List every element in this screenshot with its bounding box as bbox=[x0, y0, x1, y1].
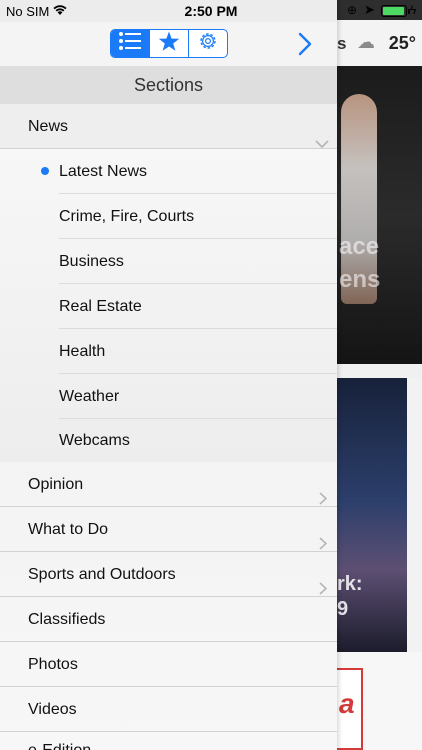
background-header: s ☁ 25° bbox=[337, 20, 422, 66]
subsection-label: Business bbox=[59, 253, 124, 270]
subsection-label: Weather bbox=[59, 388, 120, 405]
chevron-right-icon bbox=[319, 523, 328, 550]
list-icon bbox=[118, 31, 142, 56]
charging-icon: ϟ bbox=[410, 3, 417, 17]
subsection-business[interactable]: Business bbox=[0, 239, 337, 284]
star-icon bbox=[158, 31, 180, 57]
background-page: s ☁ 25° ace ens rk: 9 a bbox=[337, 0, 422, 750]
sections-drawer: Sections News Latest News Crime, Fire, C… bbox=[0, 0, 337, 750]
divider bbox=[337, 364, 422, 378]
subsection-weather[interactable]: Weather bbox=[0, 374, 337, 419]
segment-list[interactable] bbox=[111, 30, 150, 57]
section-label: Photos bbox=[28, 656, 78, 673]
drawer-toolbar bbox=[0, 22, 337, 66]
chevron-right-icon bbox=[319, 568, 328, 595]
section-classifieds[interactable]: Classifieds bbox=[0, 597, 337, 642]
segment-favorites[interactable] bbox=[150, 30, 189, 57]
section-label: Videos bbox=[28, 701, 77, 718]
section-opinion[interactable]: Opinion bbox=[0, 462, 337, 507]
section-sports-and-outdoors[interactable]: Sports and Outdoors bbox=[0, 552, 337, 597]
subsection-label: Webcams bbox=[59, 432, 130, 449]
chevron-right-icon bbox=[319, 478, 328, 505]
card-text-line-1: rk: bbox=[337, 573, 363, 595]
ad-banner[interactable]: a bbox=[337, 652, 422, 750]
cloud-icon: ☁ bbox=[357, 32, 375, 52]
hero-story[interactable]: ace ens bbox=[337, 66, 422, 364]
rotation-lock-icon: ⊕ bbox=[347, 3, 358, 17]
chevron-right-icon[interactable] bbox=[297, 31, 313, 57]
section-label: Opinion bbox=[28, 476, 84, 493]
battery-icon bbox=[381, 5, 410, 17]
temperature: 25° bbox=[388, 33, 416, 53]
section-news[interactable]: News bbox=[0, 104, 337, 149]
section-what-to-do[interactable]: What to Do bbox=[0, 507, 337, 552]
chevron-down-icon bbox=[315, 122, 329, 149]
section-videos[interactable]: Videos bbox=[0, 687, 337, 732]
subsection-latest-news[interactable]: Latest News bbox=[0, 149, 337, 194]
view-segmented-control[interactable] bbox=[110, 29, 228, 58]
story-card[interactable]: rk: 9 bbox=[337, 378, 407, 652]
subsection-health[interactable]: Health bbox=[0, 329, 337, 374]
subsection-label: Health bbox=[59, 343, 106, 360]
subsection-label: Real Estate bbox=[59, 298, 142, 315]
hero-text-line-2: ens bbox=[339, 266, 381, 293]
card-gutter bbox=[407, 378, 422, 678]
clock: 2:50 PM bbox=[184, 3, 238, 19]
sections-header: Sections bbox=[0, 66, 337, 104]
status-bar: No SIM 2:50 PM ⊕ ➤ ϟ bbox=[0, 0, 422, 22]
gear-icon bbox=[197, 30, 219, 57]
section-label: What to Do bbox=[28, 521, 109, 538]
subsection-webcams[interactable]: Webcams bbox=[0, 418, 337, 463]
subsection-crime-fire-courts[interactable]: Crime, Fire, Courts bbox=[0, 194, 337, 239]
card-text-line-2: 9 bbox=[337, 598, 349, 620]
section-e-edition[interactable]: e-Edition bbox=[0, 728, 337, 750]
location-icon: ➤ bbox=[364, 2, 375, 17]
section-label: News bbox=[28, 118, 69, 135]
weather-fragment: s bbox=[337, 34, 347, 53]
subsection-label: Latest News bbox=[59, 163, 148, 180]
section-label: Sports and Outdoors bbox=[28, 566, 176, 583]
section-label: e-Edition bbox=[28, 728, 91, 750]
subsection-label: Crime, Fire, Courts bbox=[59, 208, 195, 225]
section-label: Classifieds bbox=[28, 611, 106, 628]
segment-settings[interactable] bbox=[189, 30, 227, 57]
ad-logo: a bbox=[339, 688, 355, 719]
hero-text-line-1: ace bbox=[339, 233, 380, 260]
subsection-real-estate[interactable]: Real Estate bbox=[0, 284, 337, 329]
selected-indicator bbox=[41, 167, 49, 175]
section-photos[interactable]: Photos bbox=[0, 642, 337, 687]
